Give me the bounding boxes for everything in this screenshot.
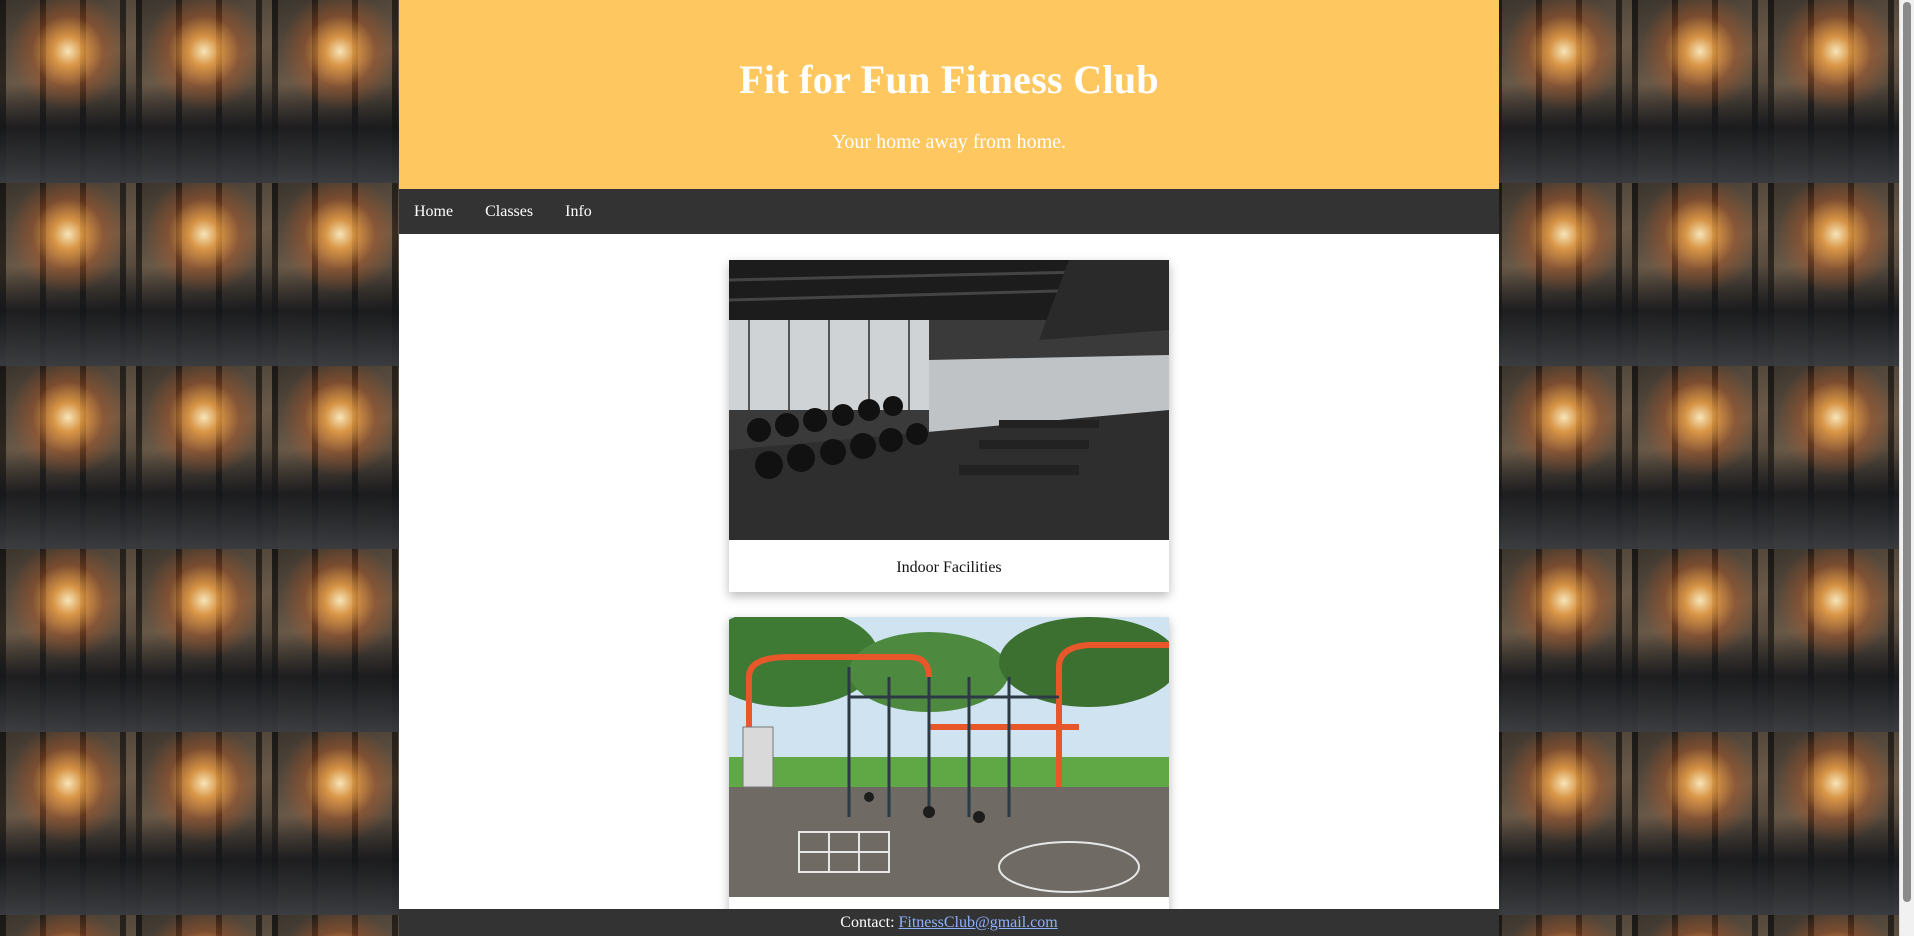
nav-home[interactable]: Home xyxy=(414,203,453,221)
page-container: Fit for Fun Fitness Club Your home away … xyxy=(399,0,1499,936)
site-footer: Contact: FitnessClub@gmail.com xyxy=(399,909,1499,936)
main-nav: Home Classes Info xyxy=(399,189,1499,234)
contact-email-link[interactable]: FitnessClub@gmail.com xyxy=(899,914,1058,931)
nav-classes[interactable]: Classes xyxy=(485,203,533,221)
site-tagline: Your home away from home. xyxy=(831,131,1067,153)
outdoor-gym-photo xyxy=(729,617,1169,897)
nav-info[interactable]: Info xyxy=(565,203,592,221)
facility-card-indoor: Indoor Facilities xyxy=(729,260,1169,592)
site-title: Fit for Fun Fitness Club xyxy=(739,57,1159,102)
card-caption: Indoor Facilities xyxy=(896,559,1002,576)
vertical-scrollbar[interactable] xyxy=(1899,0,1914,936)
facility-card-outdoor xyxy=(729,617,1169,936)
contact-label: Contact: xyxy=(840,914,895,931)
indoor-gym-photo xyxy=(729,260,1169,540)
site-header: Fit for Fun Fitness Club Your home away … xyxy=(399,0,1499,189)
scrollbar-thumb[interactable] xyxy=(1903,2,1911,902)
